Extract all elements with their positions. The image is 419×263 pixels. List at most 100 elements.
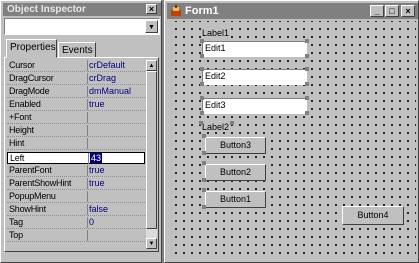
selection-handle[interactable] xyxy=(200,39,204,43)
selection-handle[interactable] xyxy=(199,121,203,125)
property-value[interactable] xyxy=(89,191,145,202)
vertical-scrollbar[interactable]: ▲ ▼ xyxy=(146,60,157,249)
form-app-icon xyxy=(171,5,181,16)
property-row[interactable]: Top xyxy=(7,230,145,242)
property-row[interactable]: +Font xyxy=(7,112,145,124)
selection-handle[interactable] xyxy=(202,161,206,165)
column-divider xyxy=(87,230,88,241)
selection-handle[interactable] xyxy=(200,67,204,71)
selection-handle[interactable] xyxy=(202,151,206,155)
selection-handle[interactable] xyxy=(305,96,309,100)
tab-properties[interactable]: Properties xyxy=(6,39,57,58)
maximize-button[interactable]: □ xyxy=(385,5,399,17)
property-name: Top xyxy=(9,230,23,240)
property-name: ParentFont xyxy=(9,165,52,175)
property-row[interactable]: DragMode dmManual xyxy=(7,86,145,98)
property-row[interactable]: ShowHint false xyxy=(7,204,145,216)
property-row[interactable]: Hint xyxy=(7,138,145,150)
inspector-close-button[interactable]: × xyxy=(146,4,157,14)
selection-handle[interactable] xyxy=(202,205,206,209)
property-value[interactable] xyxy=(89,125,145,136)
property-name: Cursor xyxy=(9,60,35,70)
selection-handle[interactable] xyxy=(305,82,309,86)
property-row[interactable]: Tag 0 xyxy=(7,217,145,229)
property-grid: Cursor crDefault DragCursor crDrag DragM… xyxy=(4,57,159,252)
property-value[interactable]: true xyxy=(89,99,145,110)
label1[interactable]: Label1 xyxy=(201,28,231,38)
property-name: PopupMenu xyxy=(9,191,56,201)
component-selector[interactable]: ▼ xyxy=(4,18,160,35)
button3[interactable]: Button3 xyxy=(205,137,266,154)
button2[interactable]: Button2 xyxy=(205,164,266,181)
property-value[interactable]: crDrag xyxy=(89,73,145,84)
column-divider xyxy=(87,138,88,149)
property-name: Height xyxy=(9,125,34,135)
property-name: Hint xyxy=(9,138,25,148)
chevron-down-icon[interactable]: ▼ xyxy=(145,20,158,33)
selection-handle[interactable] xyxy=(305,54,309,58)
property-name: Left xyxy=(10,153,25,163)
column-divider xyxy=(87,60,88,71)
form1-title: Form1 xyxy=(185,5,219,17)
property-row[interactable]: Enabled true xyxy=(7,99,145,111)
form1-titlebar[interactable]: Form1 _ □ × xyxy=(167,3,418,19)
property-row[interactable]: PopupMenu xyxy=(7,191,145,203)
property-value-selection[interactable]: 43 xyxy=(90,153,103,163)
property-name: ParentShowHint xyxy=(9,178,72,188)
property-value[interactable]: 0 xyxy=(89,217,145,228)
selection-handle[interactable] xyxy=(202,134,206,138)
form1-window: Form1 _ □ × Label1 Edit1 Edit2 Edit3 Lab… xyxy=(164,0,419,263)
property-value[interactable] xyxy=(89,112,145,123)
selection-handle[interactable] xyxy=(200,96,204,100)
selection-handle[interactable] xyxy=(200,82,204,86)
property-value[interactable]: true xyxy=(89,178,145,189)
property-name: DragCursor xyxy=(9,73,54,83)
property-name: DragMode xyxy=(9,86,50,96)
close-button[interactable]: × xyxy=(401,5,415,17)
selection-handle[interactable] xyxy=(230,121,234,125)
property-row[interactable]: DragCursor crDrag xyxy=(7,73,145,85)
button1[interactable]: Button1 xyxy=(205,191,266,208)
column-divider xyxy=(87,73,88,84)
selection-handle[interactable] xyxy=(305,111,309,115)
minimize-button[interactable]: _ xyxy=(370,5,384,17)
property-row[interactable]: ParentShowHint true xyxy=(7,178,145,190)
property-value[interactable]: true xyxy=(89,165,145,176)
object-inspector-title: Object Inspector xyxy=(3,3,161,16)
property-name: Tag xyxy=(9,217,23,227)
column-divider xyxy=(87,112,88,123)
scrollbar-thumb[interactable] xyxy=(146,71,157,229)
tab-events[interactable]: Events xyxy=(58,42,96,58)
property-value[interactable] xyxy=(89,138,145,149)
label2[interactable]: Label2 xyxy=(201,122,231,132)
selection-handle[interactable] xyxy=(305,39,309,43)
column-divider xyxy=(87,217,88,228)
column-divider xyxy=(87,99,88,110)
column-divider xyxy=(87,178,88,189)
form-design-surface[interactable]: Label1 Edit1 Edit2 Edit3 Label2 Button3 … xyxy=(169,21,416,260)
edit2-field[interactable]: Edit2 xyxy=(202,69,307,85)
property-value-editor[interactable]: 43 xyxy=(90,153,146,164)
property-value[interactable]: dmManual xyxy=(89,86,145,97)
selection-handle[interactable] xyxy=(305,67,309,71)
property-value[interactable]: false xyxy=(89,204,145,215)
button4[interactable]: Button4 xyxy=(342,206,404,225)
edit3-field[interactable]: Edit3 xyxy=(202,98,307,114)
property-name: +Font xyxy=(9,112,32,122)
property-value[interactable] xyxy=(89,230,145,241)
selection-handle[interactable] xyxy=(200,54,204,58)
property-row[interactable]: Cursor crDefault xyxy=(7,60,145,72)
selection-handle[interactable] xyxy=(202,188,206,192)
property-row[interactable]: Height xyxy=(7,125,145,137)
property-row[interactable]: ParentFont true xyxy=(7,165,145,177)
object-inspector-window: Object Inspector × ▼ Properties Events C… xyxy=(0,0,162,263)
scroll-up-icon[interactable]: ▲ xyxy=(146,60,157,71)
property-value[interactable]: crDefault xyxy=(89,60,145,71)
property-row-selected[interactable]: Left 43 xyxy=(7,152,145,164)
selection-handle[interactable] xyxy=(200,111,204,115)
property-name: ShowHint xyxy=(9,204,46,214)
edit1-field[interactable]: Edit1 xyxy=(202,41,307,57)
scroll-down-icon[interactable]: ▼ xyxy=(146,238,157,249)
property-name: Enabled xyxy=(9,99,41,109)
selection-handle[interactable] xyxy=(202,178,206,182)
